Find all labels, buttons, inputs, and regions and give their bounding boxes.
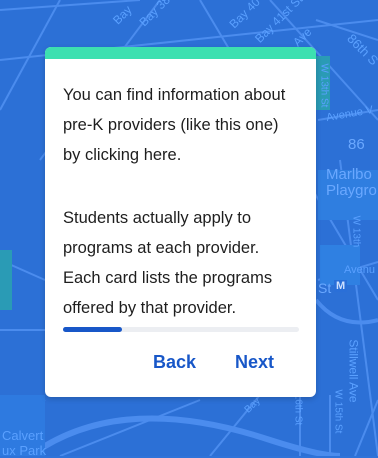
back-button[interactable]: Back [153, 352, 196, 373]
next-button[interactable]: Next [235, 352, 274, 373]
tooltip-message-programs: Students actually apply to programs at e… [63, 209, 273, 317]
map-label-w13th-b: W 13th [350, 215, 362, 248]
map-label-w13th: W 13th St [318, 63, 330, 108]
tooltip-accent-bar [45, 47, 316, 59]
map-label-st: St [318, 280, 332, 296]
tour-progress-bar [63, 327, 299, 332]
tooltip-message-providers: You can find information about pre-K pro… [63, 86, 286, 164]
tour-progress-fill [63, 327, 122, 332]
map-label-16th: 16th St [292, 393, 304, 426]
onboarding-tooltip: You can find information about pre-K pro… [45, 47, 316, 397]
map-label-avenue: Avenu [344, 264, 375, 276]
map-label-calvert: Calvert [2, 428, 44, 443]
map-label-w15th: W 15th St [332, 389, 344, 434]
map-label-playground: Playgro [326, 182, 377, 199]
map-label-stillwell: Stillwell Ave [346, 339, 361, 403]
subway-m-icon: M [334, 280, 348, 292]
map-label-86: 86 [348, 136, 365, 153]
map-label-marlboro: Marlbo [326, 166, 372, 183]
